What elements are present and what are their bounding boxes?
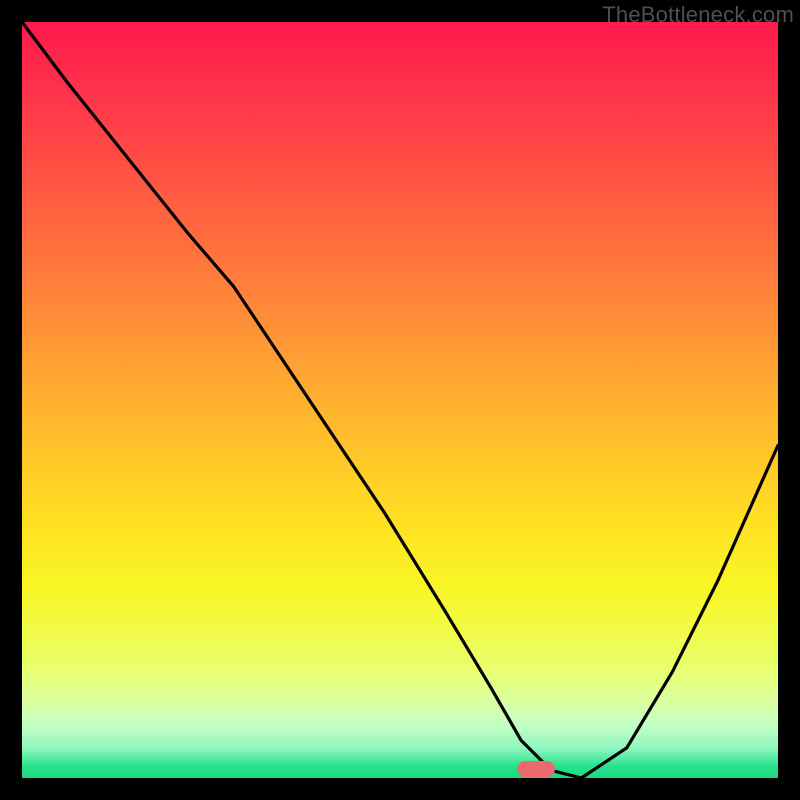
curve-path <box>22 22 778 778</box>
bottleneck-curve <box>22 22 778 778</box>
optimum-marker <box>517 761 555 777</box>
plot-area <box>22 22 778 778</box>
watermark-text: TheBottleneck.com <box>602 2 794 28</box>
outer-frame: TheBottleneck.com <box>0 0 800 800</box>
